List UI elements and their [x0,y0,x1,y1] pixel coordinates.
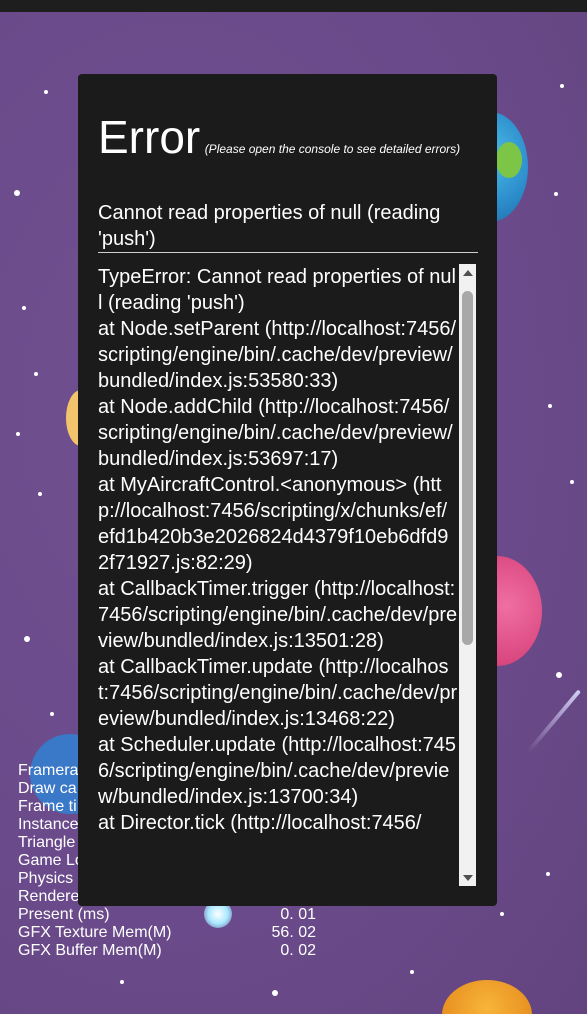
error-message: Cannot read properties of null (reading … [98,202,441,250]
stat-label: Game Lo [18,852,84,869]
arrow-down-icon [462,874,473,881]
stat-label: Rendere [18,888,80,905]
star [14,190,20,196]
stat-label: Triangle [18,834,76,851]
star [554,192,558,196]
error-header: Error (Please open the console to see de… [98,112,478,162]
star [22,306,26,310]
window-top-bar [0,0,587,12]
scrollbar[interactable] [459,264,476,886]
stat-label: GFX Buffer Mem(M) [18,942,162,959]
error-dialog: Error (Please open the console to see de… [78,74,497,906]
trace-line: at Scheduler.update (http://localhost:74… [98,734,457,808]
star [34,372,38,376]
scroll-down-button[interactable] [459,869,476,886]
star [50,712,54,716]
divider [98,252,478,253]
star [546,872,550,876]
shooting-star [526,689,581,754]
stat-label: Physics [18,870,74,887]
scroll-up-button[interactable] [459,264,476,281]
trace-line: TypeError: Cannot read properties of nul… [98,266,456,314]
star [570,480,574,484]
star [16,432,20,436]
trace-line: at Director.tick (http://localhost:7456/ [98,812,422,834]
trace-line: at Node.setParent (http://localhost:7456… [98,318,456,392]
stat-value: 0. 02 [280,942,316,959]
stat-value: 0. 01 [280,906,316,923]
earth-continent [496,142,522,178]
star [410,970,414,974]
trace-line: at CallbackTimer.trigger (http://localho… [98,578,458,652]
orange-planet [442,980,532,1014]
stat-label: Instance [18,816,79,833]
stat-row: GFX Buffer Mem(M) 0. 02 [18,942,318,960]
stat-value: 56. 02 [271,924,316,941]
trace-line: at CallbackTimer.update (http://localhos… [98,656,458,730]
stat-row: Present (ms) 0. 01 [18,906,318,924]
star [120,980,124,984]
error-console-note: (Please open the console to see detailed… [204,142,461,156]
trace-line: at MyAircraftControl.<anonymous> (http:/… [98,474,449,574]
error-title: Error [98,111,201,163]
stat-label: Present (ms) [18,906,110,923]
star [272,990,278,996]
star [38,492,42,496]
stat-row: GFX Texture Mem(M) 56. 02 [18,924,318,942]
star [24,636,30,642]
stat-label: Frame ti [18,798,77,815]
stack-trace[interactable]: TypeError: Cannot read properties of nul… [98,264,458,884]
star [556,672,562,678]
scrollbar-thumb[interactable] [462,291,473,645]
stat-label: Draw ca [18,780,77,797]
star [548,404,552,408]
star [500,912,504,916]
star [560,84,564,88]
stat-label: GFX Texture Mem(M) [18,924,172,941]
star [44,90,48,94]
trace-line: at Node.addChild (http://localhost:7456/… [98,396,453,470]
arrow-up-icon [462,269,473,276]
